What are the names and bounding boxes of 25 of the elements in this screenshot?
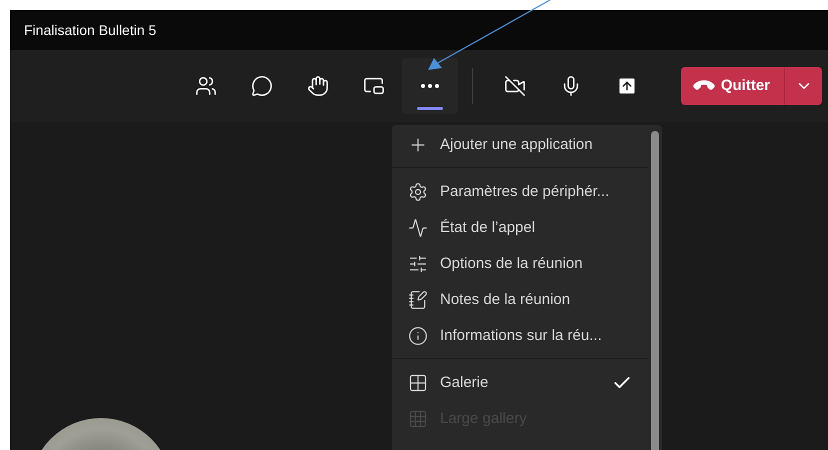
menu-item[interactable]: Galerie (392, 365, 648, 401)
selected-indicator (416, 107, 443, 110)
chat-icon (250, 75, 273, 97)
menu-item[interactable]: Informations sur la réu... (392, 318, 648, 354)
leave-button[interactable]: Quitter (680, 67, 784, 105)
hand-icon (306, 75, 329, 97)
people-icon (194, 75, 217, 97)
more-button[interactable] (402, 58, 458, 114)
scrollbar[interactable] (651, 131, 659, 450)
menu-item[interactable]: Options de la réunion (392, 246, 648, 282)
settings-icon (408, 182, 428, 202)
info-icon (408, 326, 428, 346)
notepad-icon (408, 290, 428, 310)
more-icon (420, 84, 439, 88)
window-icon (362, 75, 385, 97)
sliders-icon (408, 254, 428, 274)
menu-item[interactable]: Paramètres de périphér... (392, 174, 648, 210)
menu-item[interactable]: État de l’appel (392, 210, 648, 246)
menu-item[interactable]: Notes de la réunion (392, 282, 648, 318)
grid-icon (408, 373, 428, 393)
pulse-icon (408, 218, 428, 238)
menu-item[interactable]: Ajouter une application (392, 127, 648, 163)
grid-icon (408, 409, 428, 429)
camera-off-icon (504, 75, 526, 97)
window-title: Finalisation Bulletin 5 (24, 20, 156, 40)
